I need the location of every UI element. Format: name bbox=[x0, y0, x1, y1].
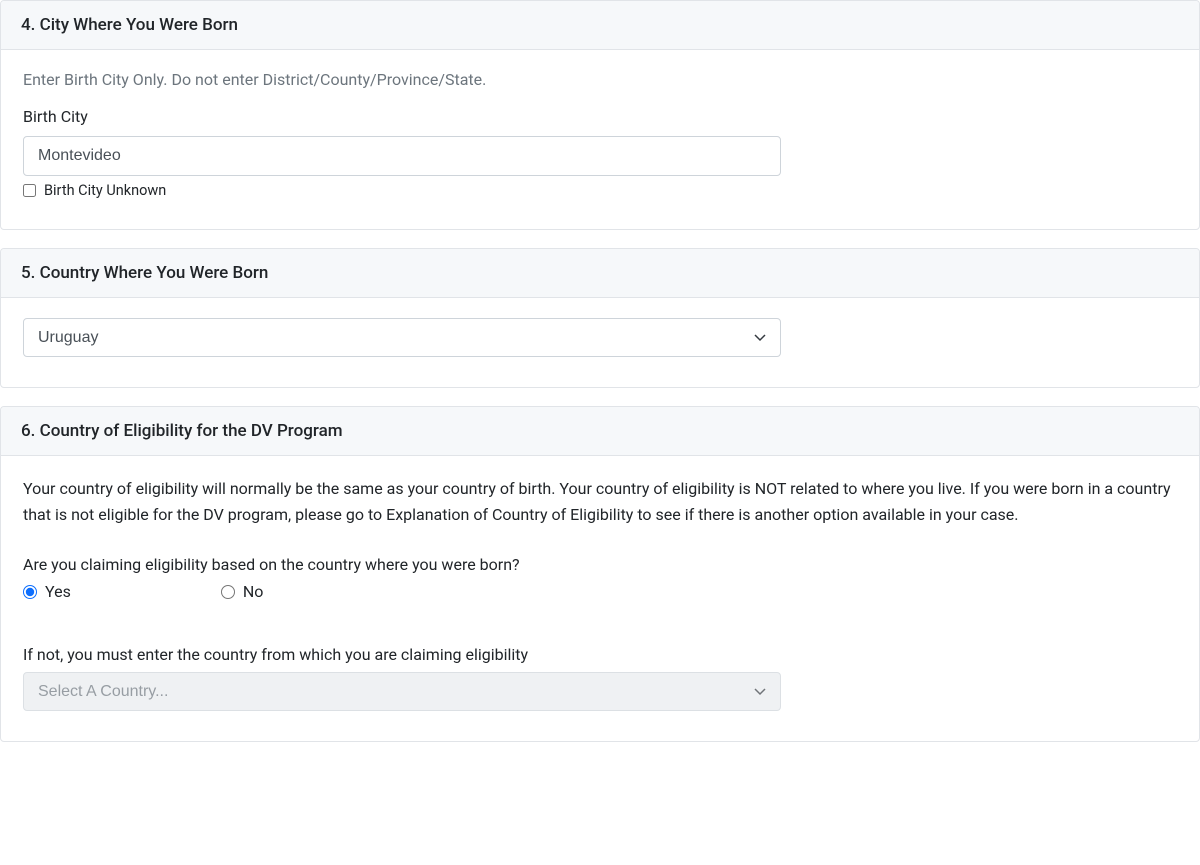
eligibility-country-select: Select A Country... bbox=[23, 672, 781, 711]
birth-city-input[interactable] bbox=[23, 136, 781, 176]
section-birth-country: 5. Country Where You Were Born Uruguay bbox=[0, 248, 1200, 388]
section-eligibility-header: 6. Country of Eligibility for the DV Pro… bbox=[1, 407, 1199, 456]
birth-city-help-text: Enter Birth City Only. Do not enter Dist… bbox=[23, 70, 1177, 89]
eligibility-no-label[interactable]: No bbox=[243, 582, 264, 601]
eligibility-info-text: Your country of eligibility will normall… bbox=[23, 476, 1177, 527]
birth-country-select[interactable]: Uruguay bbox=[23, 318, 781, 357]
eligibility-country-label: If not, you must enter the country from … bbox=[23, 645, 1177, 664]
eligibility-radio-group: Yes No bbox=[23, 582, 1177, 601]
section-eligibility: 6. Country of Eligibility for the DV Pro… bbox=[0, 406, 1200, 742]
eligibility-question-label: Are you claiming eligibility based on th… bbox=[23, 555, 1177, 574]
birth-city-label: Birth City bbox=[23, 107, 1177, 126]
eligibility-yes-label[interactable]: Yes bbox=[45, 582, 71, 601]
eligibility-yes-radio[interactable] bbox=[23, 585, 37, 599]
birth-city-unknown-checkbox[interactable] bbox=[23, 184, 36, 197]
section-birth-city-header: 4. City Where You Were Born bbox=[1, 1, 1199, 50]
birth-city-unknown-label[interactable]: Birth City Unknown bbox=[44, 182, 166, 199]
section-birth-country-header: 5. Country Where You Were Born bbox=[1, 249, 1199, 298]
section-birth-city: 4. City Where You Were Born Enter Birth … bbox=[0, 0, 1200, 230]
eligibility-no-radio[interactable] bbox=[221, 585, 235, 599]
